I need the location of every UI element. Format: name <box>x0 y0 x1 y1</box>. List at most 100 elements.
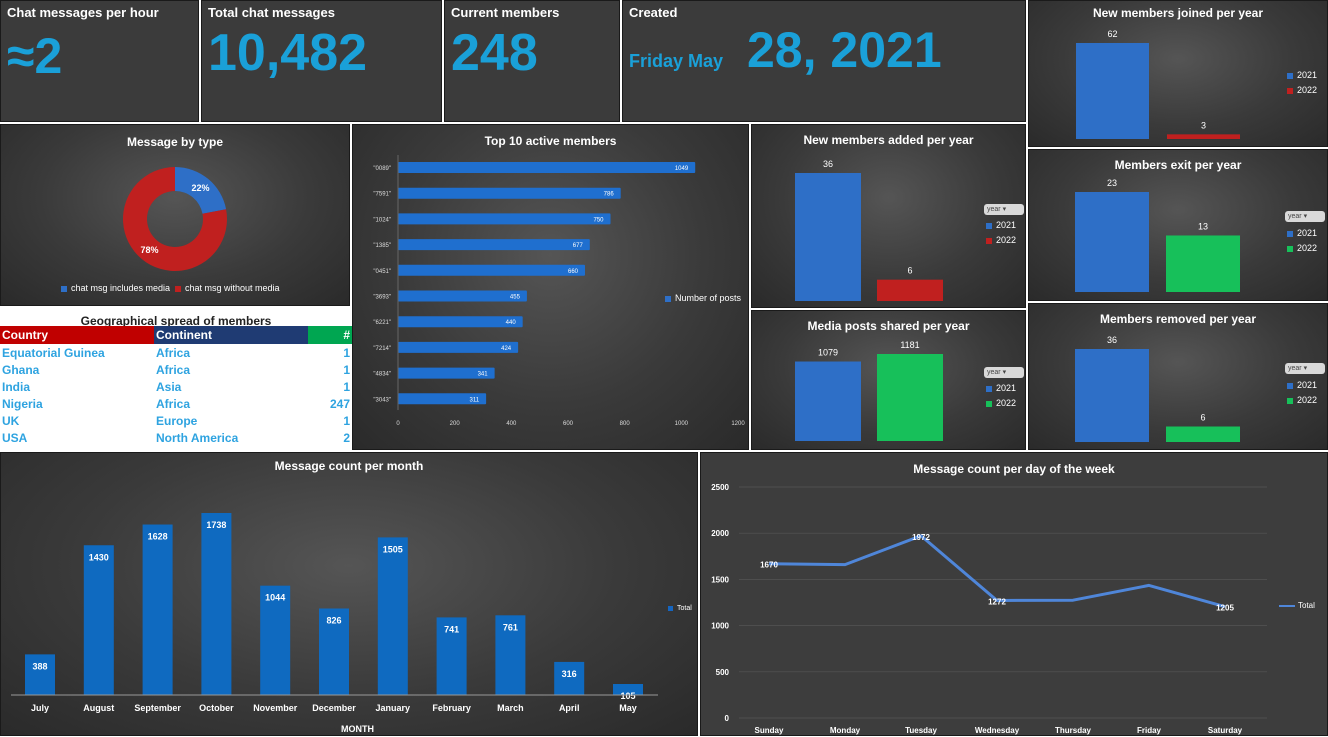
bar-2022 <box>1166 235 1240 292</box>
data-label: 311 <box>470 397 480 403</box>
geo-continent: Asia <box>156 379 182 394</box>
category-label: "3693" <box>373 295 391 301</box>
year-filter[interactable]: year ▾ <box>984 367 1024 378</box>
legend-label: 2021 <box>1297 70 1318 80</box>
chart-top10: 1049 "0089" 786 "7591" 750 "1024" 677 "1385" 660… <box>373 155 745 427</box>
tick-label: 600 <box>563 421 574 427</box>
geo-row: USA North America 2 <box>0 429 352 446</box>
bar-"0089" <box>398 162 696 173</box>
data-label: 36 <box>1107 335 1117 345</box>
geo-country: Nigeria <box>2 396 43 411</box>
created-weekday: Friday May <box>629 51 724 71</box>
category-label: October <box>199 703 234 713</box>
category-label: January <box>376 703 411 713</box>
year-filter-label: year <box>1288 213 1302 220</box>
legend-label: 2022 <box>1297 395 1318 405</box>
category-label: "0089" <box>373 166 391 172</box>
year-filter[interactable]: year ▾ <box>1285 363 1325 374</box>
year-filter[interactable]: year ▾ <box>1285 211 1325 222</box>
geo-header-country: Country <box>0 326 154 344</box>
category-label: Friday <box>1137 726 1162 735</box>
chart-removed: 36 6 <box>1075 335 1240 442</box>
legend-label: chat msg without media <box>185 283 280 293</box>
data-label: 1972 <box>912 533 930 542</box>
geo-count: 1 <box>343 413 350 428</box>
chart-month: 388 July 1430 August 1628 September 1738 Octobe… <box>11 513 658 713</box>
geo-country: India <box>2 379 31 394</box>
geo-count: 1 <box>343 345 350 360</box>
year-filter[interactable]: year ▾ <box>984 204 1024 215</box>
category-label: Wednesday <box>975 726 1020 735</box>
legend-swatch <box>986 400 992 407</box>
chart-week-panel: Message count per day of the week 0 500 10… <box>700 452 1328 736</box>
category-label: July <box>31 703 49 713</box>
legend-2022: 2022 <box>1287 243 1317 253</box>
legend-swatch <box>986 237 992 244</box>
kpi-value: 248 <box>451 24 538 82</box>
bar-2021 <box>795 361 861 441</box>
tick-label: 1200 <box>731 421 745 427</box>
bar-2022 <box>877 354 943 441</box>
year-filter-label: year <box>987 206 1001 213</box>
data-label: 660 <box>568 269 579 275</box>
geo-continent: Africa <box>156 362 191 377</box>
geo-continent: Africa <box>156 396 191 411</box>
chart-exit: 23 13 <box>1075 178 1240 292</box>
legend-label: 2022 <box>1297 243 1318 253</box>
bar-"6221" <box>398 316 523 328</box>
legend-2021: 2021 <box>1287 70 1317 80</box>
legend-total: Total <box>668 605 692 612</box>
chart-joined-panel: New members joined per year 62 3 2021 202… <box>1028 0 1328 147</box>
bar-2022 <box>1167 134 1240 139</box>
chart-added: 36 6 <box>795 159 943 301</box>
category-label: Tuesday <box>905 726 937 735</box>
geo-count: 247 <box>329 396 350 411</box>
legend-swatch <box>1287 230 1293 237</box>
legend-swatch <box>1287 245 1293 252</box>
geo-row: UK Europe 1 <box>0 412 352 429</box>
pie-label: 78% <box>140 245 158 255</box>
kpi-current-members: Current members 248 <box>444 0 620 122</box>
category-label: February <box>432 703 471 713</box>
category-label: "3043" <box>373 397 391 403</box>
chart-media: 1079 1181 <box>795 340 943 441</box>
chart-removed-panel: Members removed per year 36 6 year ▾ 2021… <box>1028 303 1328 450</box>
tick-label: 800 <box>620 421 631 427</box>
pie-label: 22% <box>191 183 209 193</box>
data-label: 1079 <box>818 348 838 358</box>
kpi-title: Created <box>629 5 678 20</box>
legend-swatch <box>665 295 671 302</box>
legend-2021: 2021 <box>1287 228 1317 238</box>
data-label: 1272 <box>988 597 1006 606</box>
geo-continent: North America <box>156 430 239 445</box>
geo-count: 1 <box>343 379 350 394</box>
data-label: 3 <box>1201 120 1206 130</box>
geo-country: Equatorial Guinea <box>2 345 105 360</box>
data-label: 1049 <box>675 166 689 172</box>
kpi-value: ≈2 <box>7 28 63 84</box>
bar-"1024" <box>398 213 611 225</box>
geo-country: Ghana <box>2 362 40 377</box>
kpi-title: Total chat messages <box>208 5 335 20</box>
legend-media: chat msg includes media <box>61 283 170 293</box>
data-label: 750 <box>593 217 604 223</box>
category-label: August <box>83 703 114 713</box>
bar-October <box>201 513 232 695</box>
legend-label: Total <box>677 605 692 612</box>
data-label: 761 <box>503 622 518 632</box>
bar-"7591" <box>398 187 621 199</box>
bar-"1385" <box>398 239 590 251</box>
data-label: 105 <box>620 691 635 701</box>
legend-swatch <box>61 285 67 292</box>
x-axis-label: MONTH <box>341 724 374 734</box>
chart-joined: 62 3 <box>1076 29 1240 139</box>
tick-label: 1000 <box>711 622 729 631</box>
data-label: 1505 <box>383 544 403 554</box>
kpi-total-messages: Total chat messages 10,482 <box>201 0 442 122</box>
geo-table: Country Continent # Equatorial Guinea Afr… <box>0 326 352 446</box>
category-label: Sunday <box>755 726 784 735</box>
legend-2022: 2022 <box>986 398 1016 408</box>
geo-header-continent: Continent <box>154 326 308 344</box>
category-label: May <box>619 703 637 713</box>
category-label: "1024" <box>373 217 391 223</box>
